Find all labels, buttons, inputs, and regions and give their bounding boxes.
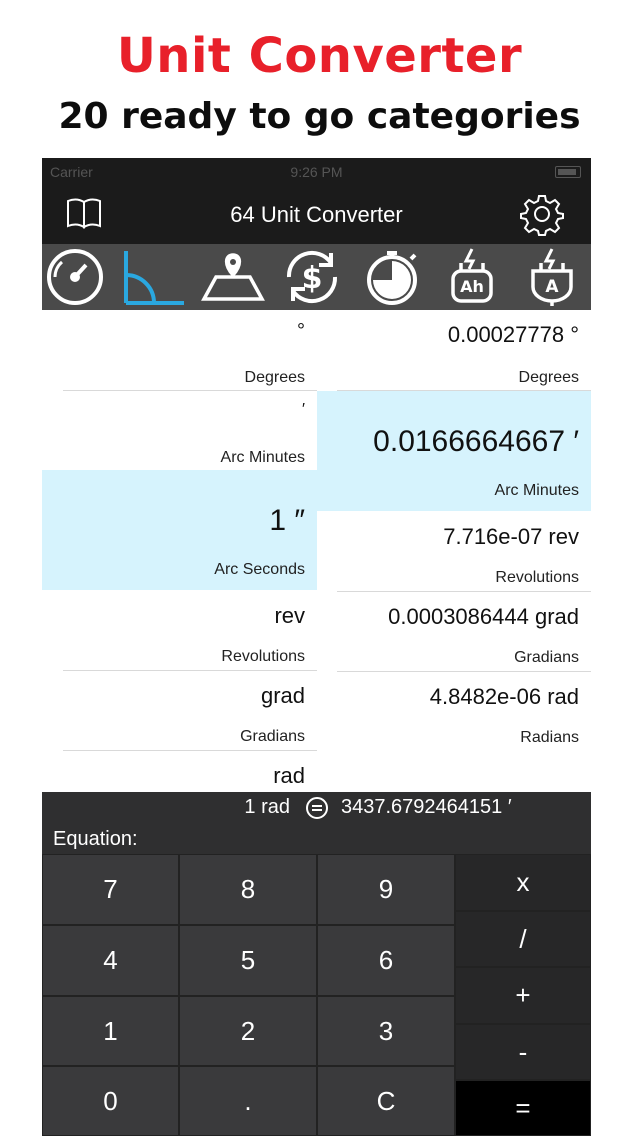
key-4[interactable]: 4 bbox=[42, 925, 179, 996]
unit-value: ′ bbox=[302, 401, 305, 418]
unit-label: Revolutions bbox=[495, 569, 579, 586]
navigation-bar: 64 Unit Converter bbox=[42, 186, 591, 244]
unit-value: rad bbox=[273, 763, 305, 788]
unit-value: grad bbox=[260, 683, 305, 708]
unit-label: Gradians bbox=[240, 728, 305, 745]
currency-exchange-icon[interactable]: $ bbox=[279, 247, 345, 307]
equals-circle-icon bbox=[305, 796, 329, 820]
unit-label: Revolutions bbox=[221, 648, 305, 665]
unit-value: 0.00027778 ° bbox=[447, 322, 579, 347]
category-bar: $ Ah A bbox=[42, 244, 591, 310]
status-time: 9:26 PM bbox=[290, 164, 343, 180]
unit-value: 7.716e-07 rev bbox=[443, 524, 579, 549]
right-unit-arc-minutes[interactable]: 0.0166664667 ′ Arc Minutes bbox=[317, 391, 591, 511]
unit-value: ° bbox=[297, 320, 305, 342]
key-7[interactable]: 7 bbox=[42, 854, 179, 925]
key-9[interactable]: 9 bbox=[317, 854, 455, 925]
unit-value: rev bbox=[274, 603, 305, 628]
angle-icon[interactable] bbox=[120, 247, 186, 307]
left-unit-gradians[interactable]: grad Gradians bbox=[42, 671, 317, 751]
key-divide[interactable]: / bbox=[455, 911, 591, 967]
svg-text:A: A bbox=[545, 277, 559, 297]
unit-label: Arc Minutes bbox=[494, 482, 579, 499]
unit-label: Degrees bbox=[518, 369, 579, 386]
left-unit-arc-minutes[interactable]: ′ Arc Minutes bbox=[42, 391, 317, 470]
right-unit-gradians[interactable]: 0.0003086444 grad Gradians bbox=[317, 592, 591, 671]
unit-value: 4.8482e-06 rad bbox=[429, 684, 579, 709]
status-bar: Carrier 9:26 PM bbox=[42, 158, 591, 186]
equation-label: Equation: bbox=[53, 828, 138, 850]
battery-ah-icon[interactable]: Ah bbox=[439, 247, 505, 307]
app-screen: Carrier 9:26 PM 64 Unit Converter $ Ah A… bbox=[42, 158, 591, 1136]
current-ampere-icon[interactable]: A bbox=[519, 247, 585, 307]
key-clear[interactable]: C bbox=[317, 1066, 455, 1136]
unit-label: Gradians bbox=[514, 649, 579, 666]
unit-label: Radians bbox=[520, 729, 579, 746]
equation-result: 3437.6792464151 ′ bbox=[341, 796, 512, 818]
left-unit-arc-seconds[interactable]: 1 ″ Arc Seconds bbox=[42, 470, 317, 590]
unit-label: Arc Minutes bbox=[220, 449, 305, 466]
key-6[interactable]: 6 bbox=[317, 925, 455, 996]
key-equals[interactable]: = bbox=[455, 1080, 591, 1136]
unit-list: ° Degrees ′ Arc Minutes 1 ″ Arc Seconds … bbox=[42, 310, 591, 792]
right-unit-radians[interactable]: 4.8482e-06 rad Radians bbox=[317, 672, 591, 751]
left-unit-revolutions[interactable]: rev Revolutions bbox=[42, 591, 317, 671]
equation-bar: 1 rad 3437.6792464151 ′ Equation: bbox=[42, 792, 591, 854]
unit-value: 0.0166664667 ′ bbox=[373, 425, 579, 458]
unit-label: Degrees bbox=[244, 369, 305, 386]
left-unit-radians[interactable]: rad bbox=[42, 751, 317, 792]
key-0[interactable]: 0 bbox=[42, 1066, 179, 1136]
left-unit-degrees[interactable]: ° Degrees bbox=[42, 310, 317, 390]
equation-input: 1 rad bbox=[244, 796, 290, 818]
keypad: 7 8 9 4 5 6 1 2 3 0 . C x / + - = bbox=[42, 854, 591, 1136]
gear-icon[interactable] bbox=[520, 192, 564, 236]
key-2[interactable]: 2 bbox=[179, 996, 317, 1066]
key-3[interactable]: 3 bbox=[317, 996, 455, 1066]
promo-subtitle: 20 ready to go categories bbox=[58, 96, 581, 137]
key-5[interactable]: 5 bbox=[179, 925, 317, 996]
promo-title: Unit Converter bbox=[116, 28, 523, 84]
speedometer-icon[interactable] bbox=[42, 247, 108, 307]
key-plus[interactable]: + bbox=[455, 967, 591, 1024]
unit-value: 1 ″ bbox=[269, 504, 305, 537]
key-1[interactable]: 1 bbox=[42, 996, 179, 1066]
unit-label: Arc Seconds bbox=[214, 561, 305, 578]
svg-text:$: $ bbox=[302, 261, 323, 296]
key-minus[interactable]: - bbox=[455, 1024, 591, 1080]
svg-text:Ah: Ah bbox=[460, 277, 484, 296]
map-area-icon[interactable] bbox=[200, 247, 266, 307]
key-decimal[interactable]: . bbox=[179, 1066, 317, 1136]
stopwatch-icon[interactable] bbox=[359, 247, 425, 307]
key-8[interactable]: 8 bbox=[179, 854, 317, 925]
right-unit-revolutions[interactable]: 7.716e-07 rev Revolutions bbox=[317, 512, 591, 591]
unit-value: 0.0003086444 grad bbox=[388, 604, 579, 629]
key-multiply[interactable]: x bbox=[455, 854, 591, 911]
battery-icon bbox=[555, 166, 581, 178]
app-title: 64 Unit Converter bbox=[230, 202, 403, 227]
right-unit-degrees[interactable]: 0.00027778 ° Degrees bbox=[317, 310, 591, 390]
